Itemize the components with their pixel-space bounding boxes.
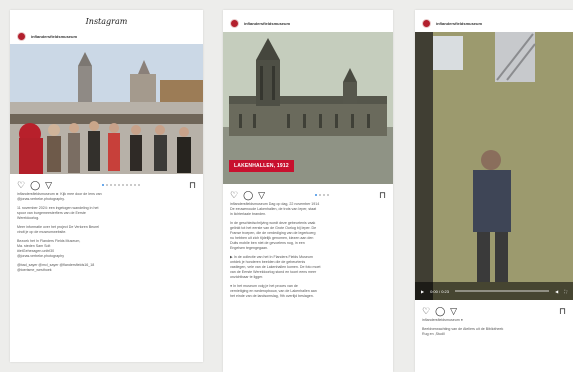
- post-caption: inflandersfieldsmuseum Dag op dag, 22 no…: [223, 202, 393, 299]
- carousel-indicator: [270, 194, 374, 196]
- bookmark-icon[interactable]: ⊓: [189, 180, 196, 190]
- instagram-post-card: inflandersfieldsmuseum LAKENHALLEN, 1912…: [223, 10, 393, 372]
- post-header: inflandersfieldsmuseum: [10, 29, 203, 43]
- post-actions: ♡ ◯ ▽ ⊓: [415, 304, 573, 318]
- photo-caption-label: LAKENHALLEN, 1912: [229, 160, 294, 172]
- carousel-indicator: [57, 184, 184, 186]
- bookmark-icon[interactable]: ⊓: [379, 190, 386, 200]
- caption-line: het einde van de landsomslag, 9th overli…: [230, 294, 314, 298]
- share-icon[interactable]: ▽: [450, 306, 457, 316]
- instagram-post-card: inflandersfieldsmuseum ▶ 0:00 / 0:23 ◀ ⛶…: [415, 10, 573, 372]
- comment-icon[interactable]: ◯: [435, 306, 445, 316]
- instagram-logo: Instagram: [85, 17, 128, 26]
- bookmark-icon[interactable]: ⊓: [559, 306, 566, 316]
- post-photo[interactable]: [10, 44, 203, 174]
- heart-icon[interactable]: ♡: [17, 180, 25, 190]
- heart-icon[interactable]: ♡: [422, 306, 430, 316]
- avatar[interactable]: [422, 18, 431, 28]
- username[interactable]: inflandersfieldsmuseum: [31, 34, 77, 39]
- video-controls: ▶ 0:00 / 0:23 ◀ ⛶: [415, 282, 573, 300]
- video-time: 0:00 / 0:23: [430, 288, 449, 294]
- post-video[interactable]: ▶ 0:00 / 0:23 ◀ ⛶: [415, 32, 573, 300]
- street-scene-image: [10, 44, 203, 174]
- post-header: inflandersfieldsmuseum: [415, 16, 573, 30]
- post-caption: inflandersfieldsmuseum ● Beeldverwachtin…: [415, 318, 573, 337]
- post-actions: ♡ ◯ ▽ ⊓: [10, 178, 203, 192]
- avatar[interactable]: [17, 31, 26, 41]
- post-photo[interactable]: LAKENHALLEN, 1912: [223, 32, 393, 184]
- comment-icon[interactable]: ◯: [30, 180, 40, 190]
- post-actions: ♡ ◯ ▽ ⊓: [223, 188, 393, 202]
- heart-icon[interactable]: ♡: [230, 190, 238, 200]
- post-caption: inflandersfieldsmuseum ► Kijk mee door d…: [10, 192, 203, 273]
- video-frame-image: [415, 32, 573, 300]
- play-icon[interactable]: ▶: [421, 289, 424, 294]
- avatar[interactable]: [230, 18, 239, 28]
- volume-icon[interactable]: ◀: [555, 289, 558, 294]
- share-icon[interactable]: ▽: [258, 190, 265, 200]
- video-progress-bar[interactable]: [454, 290, 550, 292]
- comment-icon[interactable]: ◯: [243, 190, 253, 200]
- fullscreen-icon[interactable]: ⛶: [564, 289, 567, 294]
- post-header: inflandersfieldsmuseum: [223, 16, 393, 30]
- username[interactable]: inflandersfieldsmuseum: [436, 21, 482, 26]
- instagram-post-card: Instagram inflandersfieldsmuseum ♡ ◯ ▽ ⊓…: [10, 10, 203, 362]
- share-icon[interactable]: ▽: [45, 180, 52, 190]
- caption-line: @toerisme_westhoek: [17, 268, 52, 272]
- username[interactable]: inflandersfieldsmuseum: [244, 21, 290, 26]
- caption-line: Rug en ,Studll: [422, 332, 445, 336]
